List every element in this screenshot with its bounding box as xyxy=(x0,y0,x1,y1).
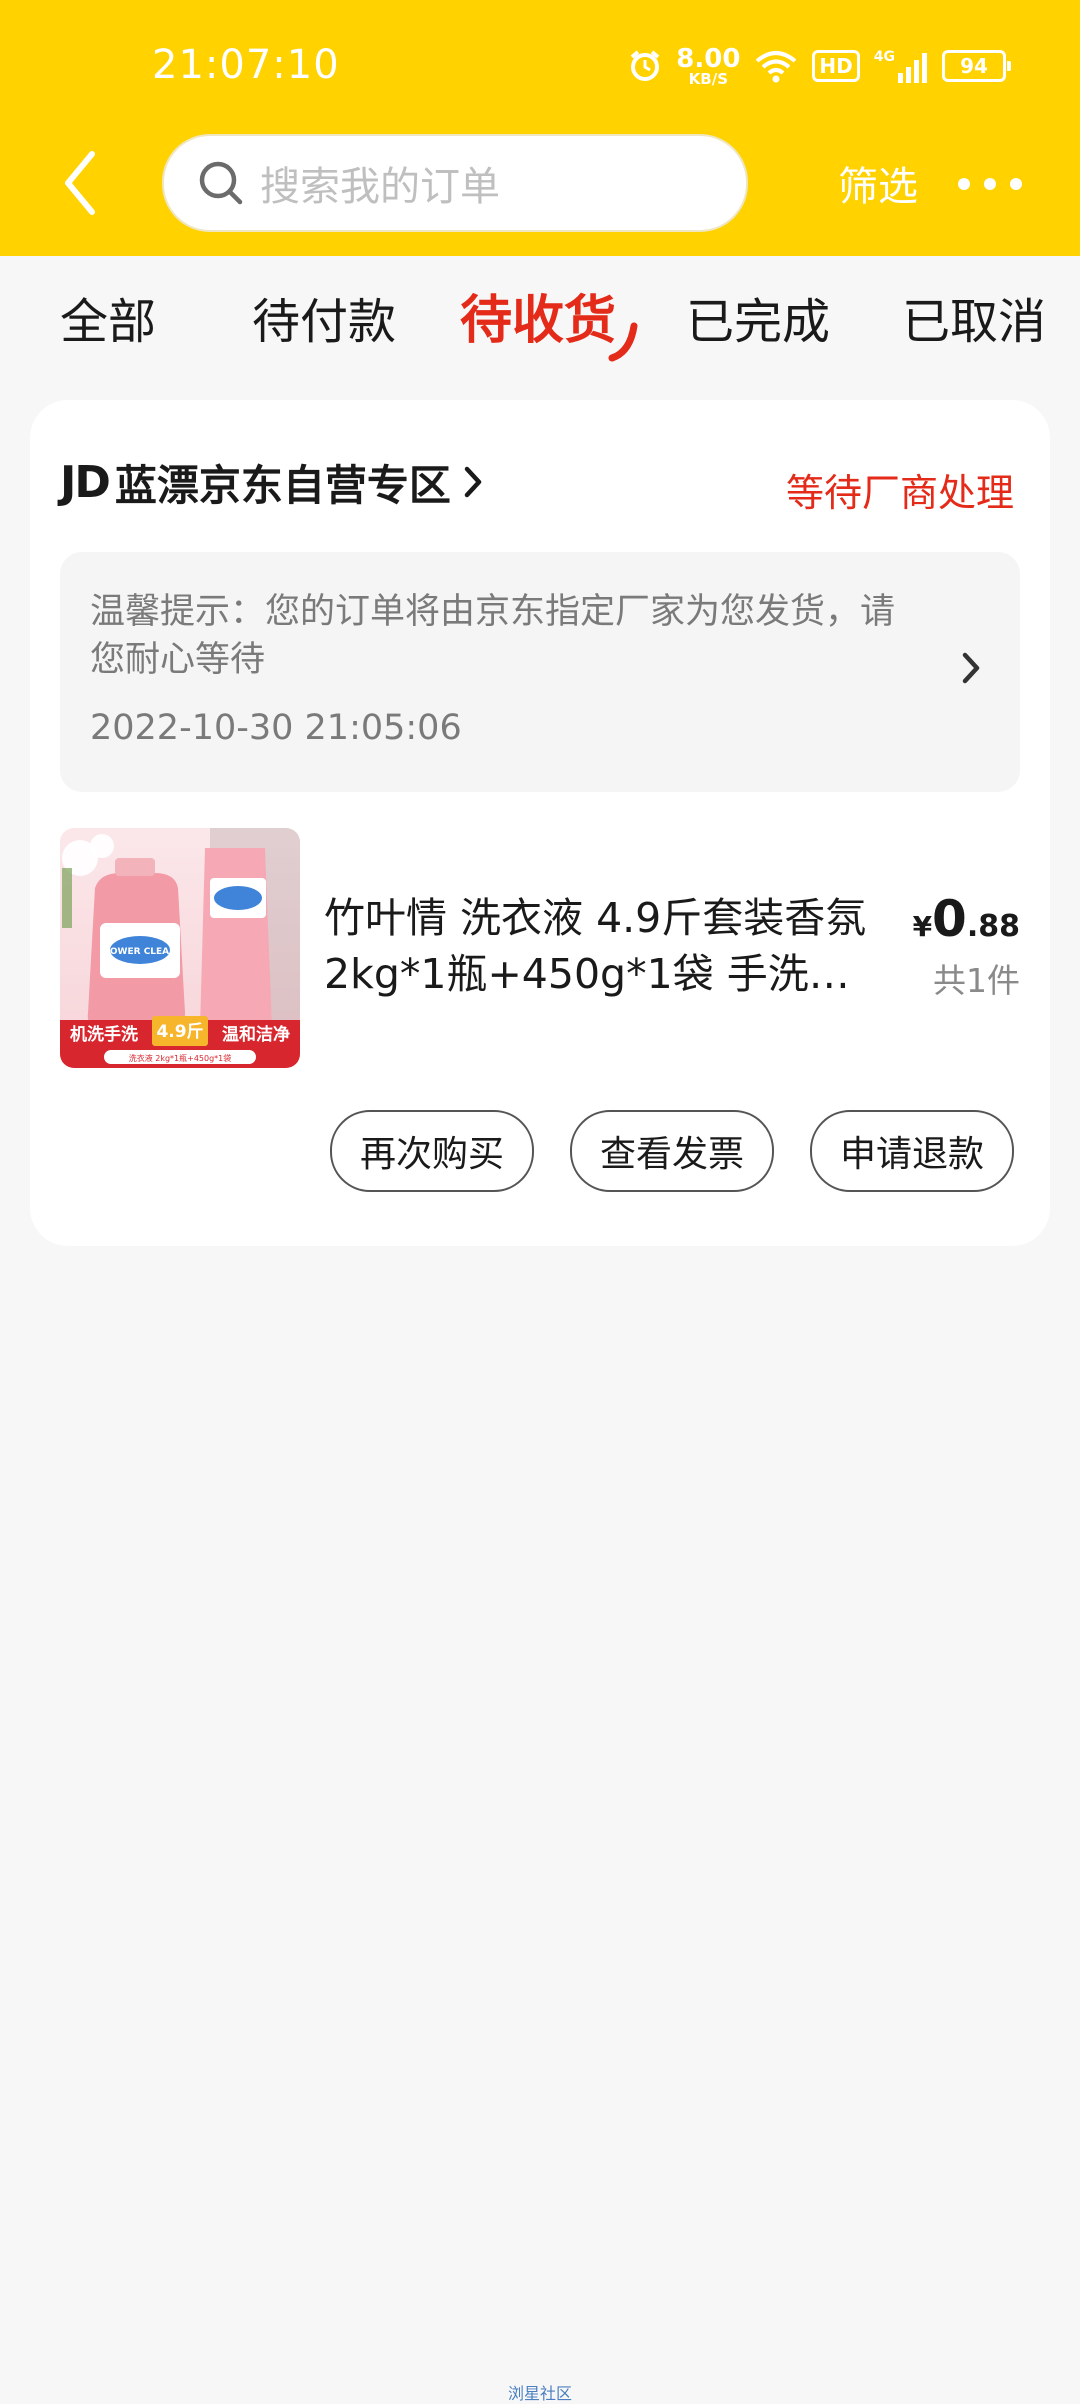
battery-level: 94 xyxy=(960,54,988,78)
jd-logo: JD xyxy=(60,456,111,508)
wifi-icon xyxy=(756,51,797,83)
cell-signal: 4G xyxy=(874,49,928,83)
search-placeholder: 搜索我的订单 xyxy=(260,164,500,210)
product-title[interactable]: 竹叶情 洗衣液 4.9斤套装香氛2kg*1瓶+450g*1袋 手洗机洗 xyxy=(324,890,884,1002)
net-speed: 8.00 KB/S xyxy=(676,46,740,87)
image-brand-text: POWER CLEAN xyxy=(103,947,176,957)
product-photo: POWER CLEAN 机洗手洗 4.9斤 温和洁净 洗衣液 2kg*1瓶+45… xyxy=(60,828,300,1068)
price-decimal: .88 xyxy=(966,909,1020,944)
back-button[interactable] xyxy=(58,148,106,218)
tab-pending-payment[interactable]: 待付款 xyxy=(252,282,396,352)
dot-icon xyxy=(1010,178,1022,190)
shop-name: 蓝漂京东自营专区 xyxy=(114,460,451,510)
battery-indicator: 94 xyxy=(942,50,1011,82)
notice-text: 温馨提示：您的订单将由京东指定厂家为您发货，请您耐心等待 xyxy=(90,592,896,680)
view-invoice-button[interactable]: 查看发票 xyxy=(570,1110,774,1192)
net-speed-value: 8.00 xyxy=(676,43,741,74)
product-image[interactable]: POWER CLEAN 机洗手洗 4.9斤 温和洁净 洗衣液 2kg*1瓶+45… xyxy=(60,828,300,1068)
search-icon xyxy=(199,161,243,205)
app-header: 21:07:10 8.00 KB/S HD 4G 94 搜索我的订单 筛选 xyxy=(0,0,1080,256)
signal-bars-icon xyxy=(898,53,927,83)
buy-again-button[interactable]: 再次购买 xyxy=(330,1110,534,1192)
tab-completed[interactable]: 已完成 xyxy=(686,282,830,352)
tab-cancelled[interactable]: 已取消 xyxy=(902,282,1046,352)
price-integer: 0 xyxy=(932,890,967,948)
chevron-right-icon xyxy=(464,466,482,498)
price-symbol: ¥ xyxy=(912,910,933,943)
hd-badge: HD xyxy=(812,50,860,82)
quantity: 共1件 xyxy=(933,961,1020,1000)
image-tag-left: 机洗手洗 xyxy=(70,1024,138,1045)
alarm-icon xyxy=(630,50,660,81)
image-tag-right: 温和洁净 xyxy=(222,1024,290,1045)
order-card[interactable]: JD 蓝漂京东自营专区 等待厂商处理 温馨提示：您的订单将由京东指定厂家为您发货… xyxy=(30,400,1050,1246)
shipping-notice[interactable]: 温馨提示：您的订单将由京东指定厂家为您发货，请您耐心等待 2022-10-30 … xyxy=(60,552,1020,792)
price: ¥0.88 xyxy=(913,890,1020,948)
dot-icon xyxy=(984,178,996,190)
net-speed-unit: KB/S xyxy=(688,69,729,88)
status-time: 21:07:10 xyxy=(152,42,340,88)
image-sub-text: 洗衣液 2kg*1瓶+450g*1袋 xyxy=(129,1053,232,1063)
shop-link[interactable]: JD 蓝漂京东自营专区 xyxy=(60,454,485,510)
status-icons: 8.00 KB/S HD 4G 94 xyxy=(628,44,1011,88)
filter-button[interactable]: 筛选 xyxy=(838,154,918,212)
signal-label: 4G xyxy=(873,49,895,65)
notice-time: 2022-10-30 21:05:06 xyxy=(90,708,462,748)
more-options-button[interactable] xyxy=(958,170,1022,198)
tab-all[interactable]: 全部 xyxy=(60,282,156,352)
search-input[interactable]: 搜索我的订单 xyxy=(162,134,748,232)
active-tab-indicator xyxy=(608,322,638,362)
watermark: 浏星社区 xyxy=(507,2384,572,2403)
order-tabs: 全部 待付款 待收货 已完成 已取消 xyxy=(0,256,1080,376)
image-tag-mid: 4.9斤 xyxy=(156,1022,203,1042)
order-status: 等待厂商处理 xyxy=(785,471,1014,515)
request-refund-button[interactable]: 申请退款 xyxy=(810,1110,1014,1192)
dot-icon xyxy=(958,178,970,190)
tab-pending-receipt[interactable]: 待收货 xyxy=(460,278,616,353)
chevron-right-icon xyxy=(962,652,980,684)
